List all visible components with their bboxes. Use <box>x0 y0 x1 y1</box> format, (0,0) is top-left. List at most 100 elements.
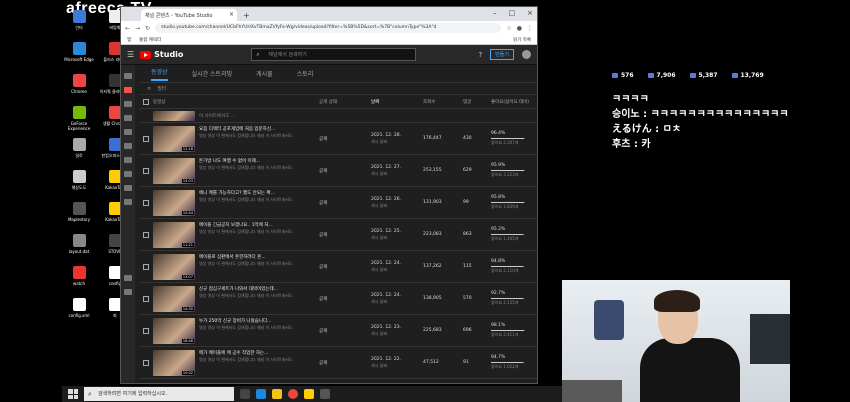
tab-live[interactable]: 실시간 스트리밍 <box>192 69 233 78</box>
chrome-icon[interactable] <box>288 389 298 399</box>
customization-icon[interactable] <box>124 185 132 191</box>
menu-icon[interactable]: ⋮ <box>527 25 533 32</box>
desktop-icon[interactable]: Chrome <box>62 74 96 94</box>
table-row[interactable]: 10:44 에니 메를 가능하다고? 했도 안되는 확... 영상 영상 이 편… <box>139 187 537 219</box>
row-checkbox[interactable] <box>143 199 149 206</box>
video-thumbnail[interactable]: 12:18 <box>153 125 195 152</box>
visibility-status[interactable]: 공개 <box>319 137 327 142</box>
video-title[interactable]: 에니 메를 가능하다고? 했도 안되는 확... <box>199 190 311 196</box>
video-thumbnail[interactable]: 14:30 <box>153 285 195 312</box>
windows-start-icon[interactable] <box>68 389 78 399</box>
maximize-icon[interactable]: □ <box>509 9 516 17</box>
visibility-status[interactable]: 공개 <box>319 169 327 174</box>
row-checkbox[interactable] <box>143 231 149 238</box>
channel-search-input[interactable]: ⌕ 채널에서 검색하기 <box>251 48 417 61</box>
table-row[interactable]: 15:03 돈가방 나도 여행 수 없어 이제... 영상 영상 이 편에서도 … <box>139 155 537 187</box>
visibility-status[interactable]: 공개 <box>319 329 327 334</box>
new-tab-icon[interactable]: + <box>243 11 250 20</box>
desktop-icon[interactable]: GeForce Experience <box>62 106 96 131</box>
col-comments[interactable]: 댓글 <box>463 99 491 105</box>
studio-logo[interactable]: Studio <box>140 50 183 59</box>
video-title[interactable]: 요즘 디렉터 공포게임에 처음 입문하신... <box>199 126 311 132</box>
visibility-status[interactable]: 공개 <box>319 233 327 238</box>
reading-list[interactable]: 읽기 목록 <box>513 37 531 43</box>
close-window-icon[interactable]: × <box>527 9 533 17</box>
col-likes[interactable]: 좋아요(싫어요 대비) <box>491 99 537 105</box>
video-title[interactable]: 메가 메이플에 에 공수 작업한 하는... <box>199 350 311 356</box>
col-visibility[interactable]: 공개 상태 <box>319 99 371 105</box>
video-title[interactable]: 신규 점심구세트가 나와서 대박이었는데... <box>199 286 311 292</box>
subtitles-icon[interactable] <box>124 143 132 149</box>
row-checkbox[interactable] <box>143 167 149 174</box>
copyright-icon[interactable] <box>124 157 132 163</box>
taskbar-search-input[interactable]: 검색하려면 여기에 입력하십시오. <box>84 387 234 401</box>
help-icon[interactable]: ? <box>478 51 482 59</box>
desktop-icon[interactable]: config.xml <box>62 298 96 318</box>
forward-icon[interactable]: → <box>135 25 140 32</box>
analytics-icon[interactable] <box>124 115 132 121</box>
visibility-status[interactable]: 공개 <box>319 297 327 302</box>
url-input[interactable]: studio.youtube.com/channel/UCbFhYUHXvTBm… <box>155 23 502 33</box>
col-date[interactable]: 날짜 <box>371 99 423 105</box>
hamburger-icon[interactable]: ☰ <box>127 50 134 59</box>
filter-bar[interactable]: ≡ 필터 <box>139 83 537 95</box>
file-explorer-icon[interactable] <box>272 389 282 399</box>
desktop-icon[interactable]: 일로 <box>62 138 96 158</box>
video-thumbnail[interactable]: 16:46 <box>153 317 195 344</box>
monetization-icon[interactable] <box>124 171 132 177</box>
video-title[interactable]: 돈가방 나도 여행 수 없어 이제... <box>199 158 311 164</box>
video-thumbnail[interactable]: 15:03 <box>153 157 195 184</box>
video-title[interactable]: 누가 250억 신규 장비가 나왔습니다... <box>199 318 311 324</box>
visibility-status[interactable]: 공개 <box>319 361 327 366</box>
settings-icon[interactable] <box>124 275 132 281</box>
bookmark-item[interactable]: 통합 캐릭터 <box>139 37 161 43</box>
table-row[interactable]: 16:46 누가 250억 신규 장비가 나왔습니다... 영상 영상 이 편에… <box>139 315 537 347</box>
row-checkbox[interactable] <box>143 359 149 366</box>
tab-videos[interactable]: 동영상 <box>151 67 168 81</box>
select-all-checkbox[interactable] <box>143 98 149 105</box>
tab-posts[interactable]: 게시물 <box>256 69 273 78</box>
feedback-icon[interactable] <box>124 289 132 295</box>
video-thumbnail[interactable] <box>153 110 195 121</box>
table-row[interactable]: 12:18 요즘 디렉터 공포게임에 처음 입문하신... 영상 영상 이 편에… <box>139 123 537 155</box>
task-view-icon[interactable] <box>240 389 250 399</box>
desktop-icon[interactable]: Microsoft Edge <box>62 42 96 62</box>
desktop-icon[interactable]: layout.dat <box>62 234 96 254</box>
row-checkbox[interactable] <box>143 327 149 334</box>
create-button[interactable]: 만들기 <box>490 49 514 60</box>
bookmark-apps[interactable]: 앱 <box>127 37 131 43</box>
video-title[interactable]: 메이플로 심판에서 흔한하려다 흔... <box>199 254 311 260</box>
content-icon[interactable] <box>124 87 132 93</box>
star-icon[interactable]: ☆ <box>506 25 511 32</box>
close-tab-icon[interactable]: × <box>229 11 234 18</box>
visibility-status[interactable]: 공개 <box>319 265 327 270</box>
profile-icon[interactable]: ● <box>517 25 522 32</box>
reload-icon[interactable]: ↻ <box>145 25 150 32</box>
dashboard-icon[interactable] <box>124 73 132 79</box>
video-thumbnail[interactable]: 10:02 <box>153 349 195 376</box>
table-row[interactable]: 13:07 메이플로 심판에서 흔한하려다 흔... 영상 영상 이 편에서도 … <box>139 251 537 283</box>
browser-tab[interactable]: 채널 콘텐츠 - YouTube Studio × <box>141 9 237 21</box>
desktop-icon[interactable]: watch <box>62 266 96 286</box>
video-thumbnail[interactable]: 11:21 <box>153 221 195 248</box>
desktop-icon[interactable]: 인터 <box>62 10 96 30</box>
playlist-icon[interactable] <box>124 101 132 107</box>
tab-stories[interactable]: 스토리 <box>297 69 314 78</box>
table-row[interactable]: 11:21 메이플 긴급공지 보겠나요.. 1억에 처... 영상 영상 이 편… <box>139 219 537 251</box>
minimize-icon[interactable]: – <box>493 9 497 17</box>
table-row-partial[interactable]: 이 사이트에서도 ... <box>139 109 537 123</box>
video-thumbnail[interactable]: 10:44 <box>153 189 195 216</box>
video-title[interactable]: 메이플 긴급공지 보겠나요.. 1억에 처... <box>199 222 311 228</box>
edge-icon[interactable] <box>256 389 266 399</box>
visibility-status[interactable]: 공개 <box>319 201 327 206</box>
kakaotalk-icon[interactable] <box>304 389 314 399</box>
desktop-icon[interactable]: 해상도도 <box>62 170 96 190</box>
back-icon[interactable]: ← <box>125 25 130 32</box>
table-row[interactable]: 14:30 신규 점심구세트가 나와서 대박이었는데... 영상 영상 이 편에… <box>139 283 537 315</box>
audio-library-icon[interactable] <box>124 199 132 205</box>
col-views[interactable]: 조회수 <box>423 99 463 105</box>
desktop-icon[interactable]: Maplestory <box>62 202 96 222</box>
row-checkbox[interactable] <box>143 135 149 142</box>
table-row[interactable]: 10:02 메가 메이플에 에 공수 작업한 하는... 영상 영상 이 편에서… <box>139 347 537 379</box>
row-checkbox[interactable] <box>143 263 149 270</box>
